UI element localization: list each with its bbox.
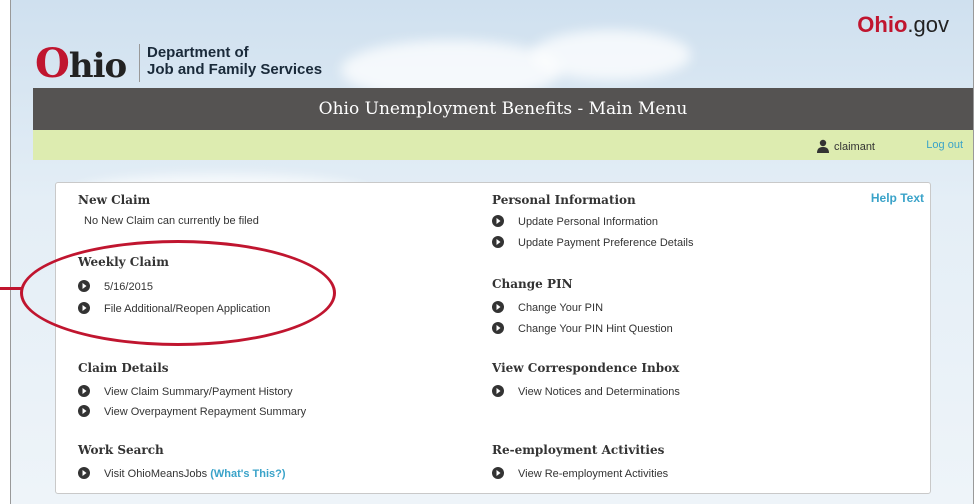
section-reemployment-activities: Re-employment Activities: [492, 443, 665, 457]
user-indicator: claimant: [816, 139, 875, 153]
help-text-link[interactable]: Help Text: [871, 191, 924, 205]
arrow-bullet-icon: [492, 385, 504, 397]
user-bar: claimant Log out: [33, 130, 973, 160]
annotation-pointer-line: [0, 287, 22, 290]
section-personal-information: Personal Information: [492, 193, 636, 207]
ohio-gov-link[interactable]: Ohio.gov: [857, 12, 949, 38]
page-title: Ohio Unemployment Benefits - Main Menu: [33, 88, 973, 130]
view-notices-link[interactable]: View Notices and Determinations: [492, 385, 680, 398]
update-payment-preference-link[interactable]: Update Payment Preference Details: [492, 236, 693, 249]
arrow-bullet-icon: [492, 467, 504, 479]
ohiomeansjobs-link[interactable]: Visit OhioMeansJobs (What's This?): [78, 467, 286, 480]
no-new-claim-text: No New Claim can currently be filed: [84, 215, 259, 227]
annotation-highlight-ellipse: [20, 240, 336, 346]
site-header: Ohio Department of Job and Family Servic…: [11, 0, 973, 88]
section-correspondence-inbox: View Correspondence Inbox: [492, 361, 680, 375]
overpayment-summary-link[interactable]: View Overpayment Repayment Summary: [78, 405, 306, 418]
logout-link[interactable]: Log out: [926, 139, 963, 151]
update-personal-info-link[interactable]: Update Personal Information: [492, 215, 658, 228]
claim-summary-link[interactable]: View Claim Summary/Payment History: [78, 385, 293, 398]
arrow-bullet-icon: [78, 405, 90, 417]
section-claim-details: Claim Details: [78, 361, 169, 375]
username: claimant: [834, 141, 875, 153]
department-name: Department of Job and Family Services: [147, 44, 323, 78]
arrow-bullet-icon: [492, 301, 504, 313]
change-pin-link[interactable]: Change Your PIN: [492, 301, 603, 314]
user-icon: [817, 139, 830, 153]
view-reemployment-link[interactable]: View Re-employment Activities: [492, 467, 668, 480]
section-work-search: Work Search: [78, 443, 164, 457]
arrow-bullet-icon: [78, 385, 90, 397]
whats-this-link[interactable]: (What's This?): [210, 468, 285, 480]
section-new-claim: New Claim: [78, 193, 151, 207]
ohio-logo[interactable]: Ohio: [35, 40, 127, 87]
logo-divider: [139, 44, 140, 82]
arrow-bullet-icon: [492, 236, 504, 248]
arrow-bullet-icon: [492, 322, 504, 334]
logo-rest: hio: [68, 46, 127, 86]
arrow-bullet-icon: [492, 215, 504, 227]
section-change-pin: Change PIN: [492, 277, 573, 291]
change-pin-hint-link[interactable]: Change Your PIN Hint Question: [492, 322, 673, 335]
arrow-bullet-icon: [78, 467, 90, 479]
